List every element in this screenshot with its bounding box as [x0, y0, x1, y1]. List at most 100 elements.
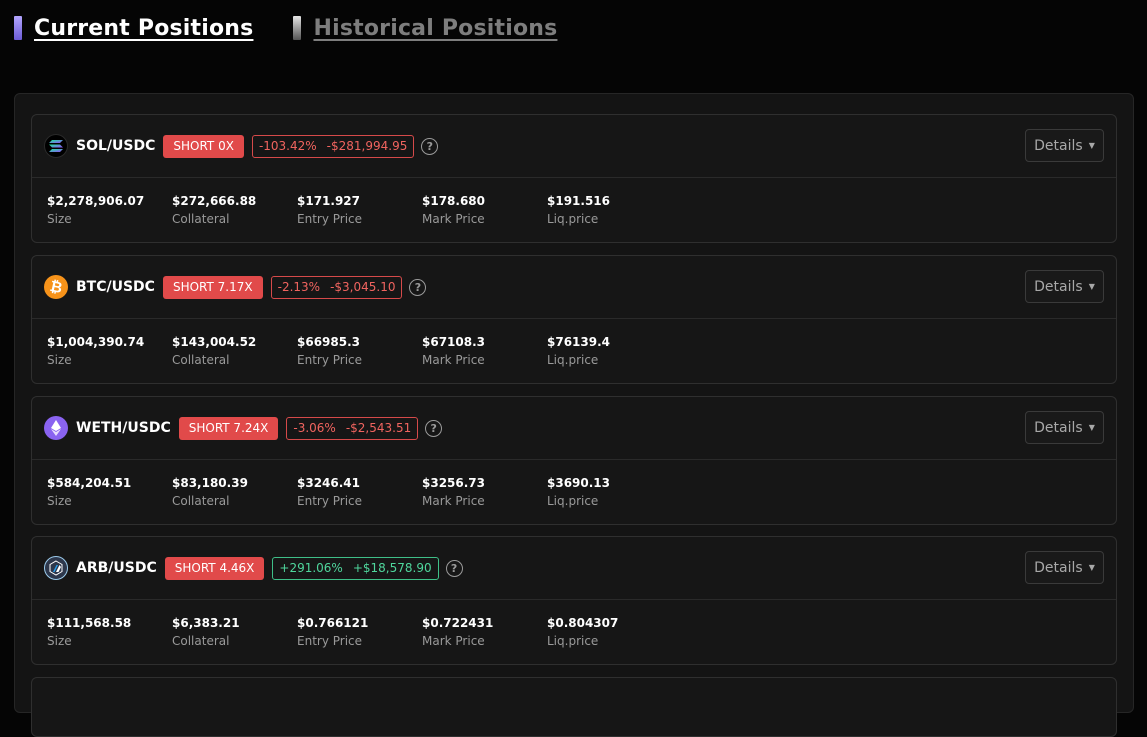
pnl-badge: -3.06% -$2,543.51 — [286, 416, 419, 440]
side-badge: SHORT 0X — [163, 134, 244, 158]
pnl-badge: +291.06% +$18,578.90 — [272, 556, 439, 580]
position-stats: $1,004,390.74 Size $143,004.52 Collatera… — [47, 334, 672, 368]
stat-label: Collateral — [172, 353, 230, 367]
stat-value: $0.722431 — [422, 616, 494, 630]
position-card: ₿ BTC/USDC SHORT 7.17X -2.13% -$3,045.10… — [31, 255, 1117, 384]
pnl-percent: -3.06% — [293, 421, 336, 435]
stat-collateral: $6,383.21 Collateral — [172, 615, 297, 649]
arbitrum-icon — [44, 556, 68, 580]
stat-label: Mark Price — [422, 353, 485, 367]
solana-icon — [44, 134, 68, 158]
stat-label: Mark Price — [422, 212, 485, 226]
stat-label: Entry Price — [297, 494, 363, 508]
stat-label: Liq.price — [547, 494, 599, 508]
stat-label: Collateral — [172, 212, 230, 226]
stat-label: Size — [47, 634, 72, 648]
tab-label: Historical Positions — [313, 15, 558, 41]
stat-label: Entry Price — [297, 212, 363, 226]
side-badge: SHORT 7.17X — [162, 275, 263, 299]
stat-value: $2,278,906.07 — [47, 194, 145, 208]
stat-value: $584,204.51 — [47, 476, 132, 490]
stat-entry-price: $0.766121 Entry Price — [297, 615, 422, 649]
tab-label: Current Positions — [34, 15, 254, 41]
stat-liq-price: $76139.4 Liq.price — [547, 334, 672, 368]
stat-liq-price: $3690.13 Liq.price — [547, 475, 672, 509]
stat-label: Collateral — [172, 634, 230, 648]
stat-value: $6,383.21 — [172, 616, 240, 630]
chevron-down-icon: ▼ — [1088, 423, 1095, 432]
chevron-down-icon: ▼ — [1088, 282, 1095, 291]
ethereum-icon — [44, 416, 68, 440]
stat-value: $191.516 — [547, 194, 611, 208]
pnl-value: -$3,045.10 — [330, 280, 396, 294]
pnl-badge: -103.42% -$281,994.95 — [251, 134, 415, 158]
stat-entry-price: $171.927 Entry Price — [297, 193, 422, 227]
help-icon[interactable]: ? — [409, 278, 427, 296]
stat-entry-price: $66985.3 Entry Price — [297, 334, 422, 368]
help-icon[interactable]: ? — [421, 137, 439, 155]
details-label: Details — [1034, 137, 1083, 154]
stat-value: $111,568.58 — [47, 616, 132, 630]
stat-label: Size — [47, 494, 72, 508]
positions-panel: SOL/USDC SHORT 0X -103.42% -$281,994.95 … — [14, 93, 1134, 737]
stat-label: Size — [47, 353, 72, 367]
details-button[interactable]: Details ▼ — [1025, 551, 1104, 584]
position-stats: $111,568.58 Size $6,383.21 Collateral $0… — [47, 615, 672, 649]
tab-historical-positions[interactable]: Historical Positions — [293, 16, 557, 41]
position-header: WETH/USDC SHORT 7.24X -3.06% -$2,543.51 … — [32, 397, 1116, 460]
pair-label: BTC/USDC — [76, 279, 155, 295]
bitcoin-icon: ₿ — [44, 275, 68, 299]
tab-current-positions[interactable]: Current Positions — [14, 16, 253, 41]
stat-size: $1,004,390.74 Size — [47, 334, 172, 368]
stat-label: Collateral — [172, 494, 230, 508]
tab-marker — [14, 16, 22, 40]
help-icon[interactable]: ? — [425, 419, 443, 437]
stat-value: $171.927 — [297, 194, 361, 208]
stat-label: Mark Price — [422, 634, 485, 648]
details-button[interactable]: Details ▼ — [1025, 129, 1104, 162]
stat-value: $3246.41 — [297, 476, 361, 490]
stat-collateral: $272,666.88 Collateral — [172, 193, 297, 227]
details-label: Details — [1034, 559, 1083, 576]
stat-label: Entry Price — [297, 634, 363, 648]
stat-label: Liq.price — [547, 634, 599, 648]
help-icon[interactable]: ? — [445, 559, 463, 577]
stat-label: Entry Price — [297, 353, 363, 367]
details-label: Details — [1034, 278, 1083, 295]
stat-value: $272,666.88 — [172, 194, 257, 208]
tab-marker — [293, 16, 302, 40]
position-header: ARB/USDC SHORT 4.46X +291.06% +$18,578.9… — [32, 537, 1116, 600]
stat-label: Size — [47, 212, 72, 226]
stat-mark-price: $67108.3 Mark Price — [422, 334, 547, 368]
stat-size: $584,204.51 Size — [47, 475, 172, 509]
pnl-value: -$2,543.51 — [345, 421, 412, 435]
position-header: SOL/USDC SHORT 0X -103.42% -$281,994.95 … — [32, 115, 1116, 178]
stat-liq-price: $191.516 Liq.price — [547, 193, 672, 227]
pnl-percent: -2.13% — [277, 280, 321, 294]
position-stats: $584,204.51 Size $83,180.39 Collateral $… — [47, 475, 672, 509]
stat-value: $3690.13 — [547, 476, 611, 490]
stat-mark-price: $3256.73 Mark Price — [422, 475, 547, 509]
stat-label: Liq.price — [547, 353, 599, 367]
pair-label: SOL/USDC — [76, 138, 156, 154]
position-card: WETH/USDC SHORT 7.24X -3.06% -$2,543.51 … — [31, 396, 1117, 525]
pnl-value: -$281,994.95 — [326, 139, 408, 153]
pair-label: ARB/USDC — [76, 560, 157, 576]
details-button[interactable]: Details ▼ — [1025, 270, 1104, 303]
details-label: Details — [1034, 419, 1083, 436]
pnl-badge: -2.13% -$3,045.10 — [270, 275, 403, 299]
side-badge: SHORT 4.46X — [164, 556, 265, 580]
position-stats: $2,278,906.07 Size $272,666.88 Collatera… — [47, 193, 672, 227]
position-card — [31, 677, 1117, 737]
stat-entry-price: $3246.41 Entry Price — [297, 475, 422, 509]
stat-value: $143,004.52 — [172, 335, 257, 349]
stat-collateral: $83,180.39 Collateral — [172, 475, 297, 509]
chevron-down-icon: ▼ — [1088, 563, 1095, 572]
pnl-value: +$18,578.90 — [352, 561, 432, 575]
position-card: ARB/USDC SHORT 4.46X +291.06% +$18,578.9… — [31, 536, 1117, 665]
stat-value: $76139.4 — [547, 335, 611, 349]
details-button[interactable]: Details ▼ — [1025, 411, 1104, 444]
stat-liq-price: $0.804307 Liq.price — [547, 615, 672, 649]
stat-value: $178.680 — [422, 194, 486, 208]
stat-label: Liq.price — [547, 212, 599, 226]
